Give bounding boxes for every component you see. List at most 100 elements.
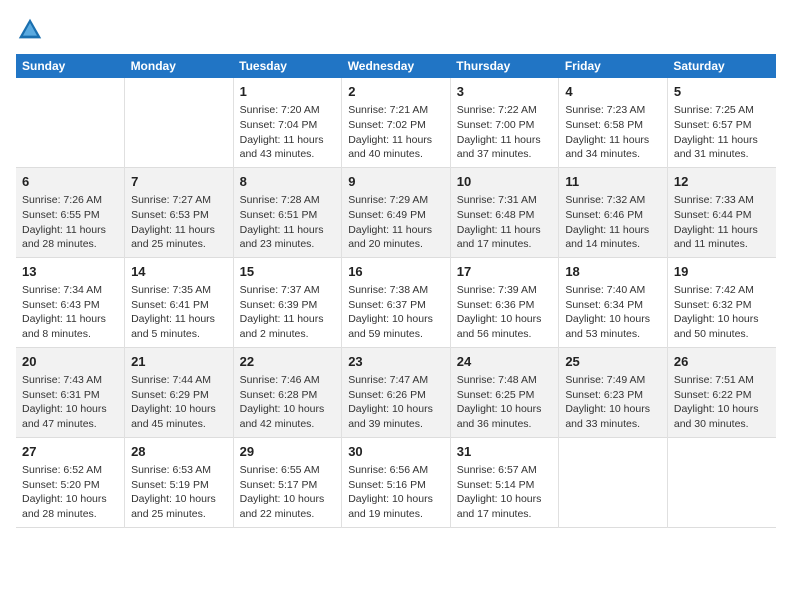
day-number: 12 bbox=[674, 173, 770, 191]
daylight-text: Daylight: 10 hours and 22 minutes. bbox=[240, 492, 336, 521]
sunset-text: Sunset: 6:29 PM bbox=[131, 388, 227, 403]
sunset-text: Sunset: 6:23 PM bbox=[565, 388, 661, 403]
daylight-text: Daylight: 11 hours and 23 minutes. bbox=[240, 223, 336, 252]
calendar-cell: 2 Sunrise: 7:21 AMSunset: 7:02 PMDaylight… bbox=[342, 78, 451, 167]
cell-content: Sunrise: 7:32 AMSunset: 6:46 PMDaylight:… bbox=[565, 193, 661, 252]
sunrise-text: Sunrise: 7:35 AM bbox=[131, 283, 227, 298]
sunset-text: Sunset: 7:00 PM bbox=[457, 118, 553, 133]
calendar-cell: 30Sunrise: 6:56 AMSunset: 5:16 PMDayligh… bbox=[342, 437, 451, 527]
calendar-cell bbox=[559, 437, 668, 527]
calendar-cell: 12 Sunrise: 7:33 AMSunset: 6:44 PMDayligh… bbox=[667, 167, 776, 257]
day-number: 24 bbox=[457, 353, 553, 371]
sunset-text: Sunset: 5:19 PM bbox=[131, 478, 227, 493]
calendar-cell: 4Sunrise: 7:23 AMSunset: 6:58 PMDaylight… bbox=[559, 78, 668, 167]
sunset-text: Sunset: 6:58 PM bbox=[565, 118, 661, 133]
sunset-text: Sunset: 6:34 PM bbox=[565, 298, 661, 313]
day-number: 21 bbox=[131, 353, 227, 371]
daylight-text: Daylight: 11 hours and 5 minutes. bbox=[131, 312, 227, 341]
sunrise-text: Sunrise: 7:29 AM bbox=[348, 193, 444, 208]
daylight-text: Daylight: 11 hours and 43 minutes. bbox=[240, 133, 336, 162]
calendar-cell: 21 Sunrise: 7:44 AMSunset: 6:29 PMDayligh… bbox=[125, 347, 234, 437]
sunrise-text: Sunrise: 7:28 AM bbox=[240, 193, 336, 208]
cell-content: Sunrise: 6:57 AMSunset: 5:14 PMDaylight:… bbox=[457, 463, 553, 522]
daylight-text: Daylight: 10 hours and 17 minutes. bbox=[457, 492, 553, 521]
calendar-cell: 25Sunrise: 7:49 AMSunset: 6:23 PMDayligh… bbox=[559, 347, 668, 437]
day-number: 2 bbox=[348, 83, 444, 101]
cell-content: Sunrise: 7:29 AMSunset: 6:49 PMDaylight:… bbox=[348, 193, 444, 252]
sunset-text: Sunset: 6:39 PM bbox=[240, 298, 336, 313]
daylight-text: Daylight: 10 hours and 56 minutes. bbox=[457, 312, 553, 341]
header-row: SundayMondayTuesdayWednesdayThursdayFrid… bbox=[16, 54, 776, 78]
day-number: 18 bbox=[565, 263, 661, 281]
sunrise-text: Sunrise: 7:51 AM bbox=[674, 373, 770, 388]
sunrise-text: Sunrise: 7:26 AM bbox=[22, 193, 118, 208]
day-number: 8 bbox=[240, 173, 336, 191]
cell-content: Sunrise: 7:28 AMSunset: 6:51 PMDaylight:… bbox=[240, 193, 336, 252]
calendar-cell: 26Sunrise: 7:51 AMSunset: 6:22 PMDayligh… bbox=[667, 347, 776, 437]
sunset-text: Sunset: 6:55 PM bbox=[22, 208, 118, 223]
calendar-cell: 16Sunrise: 7:38 AMSunset: 6:37 PMDayligh… bbox=[342, 257, 451, 347]
calendar-cell: 24Sunrise: 7:48 AMSunset: 6:25 PMDayligh… bbox=[450, 347, 559, 437]
day-number: 5 bbox=[674, 83, 770, 101]
col-header-tuesday: Tuesday bbox=[233, 54, 342, 78]
cell-content: Sunrise: 7:42 AMSunset: 6:32 PMDaylight:… bbox=[674, 283, 770, 342]
sunrise-text: Sunrise: 6:56 AM bbox=[348, 463, 444, 478]
cell-content: Sunrise: 6:55 AMSunset: 5:17 PMDaylight:… bbox=[240, 463, 336, 522]
cell-content: Sunrise: 7:44 AMSunset: 6:29 PMDaylight:… bbox=[131, 373, 227, 432]
sunset-text: Sunset: 6:44 PM bbox=[674, 208, 770, 223]
sunset-text: Sunset: 6:36 PM bbox=[457, 298, 553, 313]
calendar-cell: 7 Sunrise: 7:27 AMSunset: 6:53 PMDaylight… bbox=[125, 167, 234, 257]
col-header-sunday: Sunday bbox=[16, 54, 125, 78]
day-number: 13 bbox=[22, 263, 118, 281]
day-number: 10 bbox=[457, 173, 553, 191]
sunset-text: Sunset: 6:53 PM bbox=[131, 208, 227, 223]
calendar-cell: 5 Sunrise: 7:25 AMSunset: 6:57 PMDaylight… bbox=[667, 78, 776, 167]
cell-content: Sunrise: 7:21 AMSunset: 7:02 PMDaylight:… bbox=[348, 103, 444, 162]
cell-content: Sunrise: 7:33 AMSunset: 6:44 PMDaylight:… bbox=[674, 193, 770, 252]
cell-content: Sunrise: 7:27 AMSunset: 6:53 PMDaylight:… bbox=[131, 193, 227, 252]
day-number: 25 bbox=[565, 353, 661, 371]
daylight-text: Daylight: 11 hours and 25 minutes. bbox=[131, 223, 227, 252]
sunrise-text: Sunrise: 7:40 AM bbox=[565, 283, 661, 298]
calendar-cell: 23Sunrise: 7:47 AMSunset: 6:26 PMDayligh… bbox=[342, 347, 451, 437]
cell-content: Sunrise: 7:25 AMSunset: 6:57 PMDaylight:… bbox=[674, 103, 770, 162]
calendar-cell: 29Sunrise: 6:55 AMSunset: 5:17 PMDayligh… bbox=[233, 437, 342, 527]
calendar-cell: 14 Sunrise: 7:35 AMSunset: 6:41 PMDayligh… bbox=[125, 257, 234, 347]
sunset-text: Sunset: 6:37 PM bbox=[348, 298, 444, 313]
calendar-cell: 1Sunrise: 7:20 AMSunset: 7:04 PMDaylight… bbox=[233, 78, 342, 167]
col-header-saturday: Saturday bbox=[667, 54, 776, 78]
cell-content: Sunrise: 7:38 AMSunset: 6:37 PMDaylight:… bbox=[348, 283, 444, 342]
sunrise-text: Sunrise: 7:44 AM bbox=[131, 373, 227, 388]
cell-content: Sunrise: 7:26 AMSunset: 6:55 PMDaylight:… bbox=[22, 193, 118, 252]
sunrise-text: Sunrise: 7:34 AM bbox=[22, 283, 118, 298]
calendar-cell: 20Sunrise: 7:43 AMSunset: 6:31 PMDayligh… bbox=[16, 347, 125, 437]
sunset-text: Sunset: 6:49 PM bbox=[348, 208, 444, 223]
sunrise-text: Sunrise: 7:49 AM bbox=[565, 373, 661, 388]
daylight-text: Daylight: 10 hours and 42 minutes. bbox=[240, 402, 336, 431]
logo bbox=[16, 16, 48, 44]
sunrise-text: Sunrise: 7:31 AM bbox=[457, 193, 553, 208]
sunset-text: Sunset: 6:26 PM bbox=[348, 388, 444, 403]
cell-content: Sunrise: 7:46 AMSunset: 6:28 PMDaylight:… bbox=[240, 373, 336, 432]
calendar-cell: 10Sunrise: 7:31 AMSunset: 6:48 PMDayligh… bbox=[450, 167, 559, 257]
cell-content: Sunrise: 7:23 AMSunset: 6:58 PMDaylight:… bbox=[565, 103, 661, 162]
sunset-text: Sunset: 6:31 PM bbox=[22, 388, 118, 403]
daylight-text: Daylight: 10 hours and 30 minutes. bbox=[674, 402, 770, 431]
sunrise-text: Sunrise: 7:39 AM bbox=[457, 283, 553, 298]
sunrise-text: Sunrise: 7:32 AM bbox=[565, 193, 661, 208]
calendar-cell: 8 Sunrise: 7:28 AMSunset: 6:51 PMDaylight… bbox=[233, 167, 342, 257]
col-header-friday: Friday bbox=[559, 54, 668, 78]
calendar-cell: 17Sunrise: 7:39 AMSunset: 6:36 PMDayligh… bbox=[450, 257, 559, 347]
day-number: 22 bbox=[240, 353, 336, 371]
daylight-text: Daylight: 10 hours and 45 minutes. bbox=[131, 402, 227, 431]
day-number: 3 bbox=[457, 83, 553, 101]
day-number: 7 bbox=[131, 173, 227, 191]
sunset-text: Sunset: 6:41 PM bbox=[131, 298, 227, 313]
cell-content: Sunrise: 7:43 AMSunset: 6:31 PMDaylight:… bbox=[22, 373, 118, 432]
day-number: 31 bbox=[457, 443, 553, 461]
daylight-text: Daylight: 10 hours and 19 minutes. bbox=[348, 492, 444, 521]
day-number: 14 bbox=[131, 263, 227, 281]
daylight-text: Daylight: 11 hours and 2 minutes. bbox=[240, 312, 336, 341]
day-number: 15 bbox=[240, 263, 336, 281]
sunset-text: Sunset: 7:02 PM bbox=[348, 118, 444, 133]
